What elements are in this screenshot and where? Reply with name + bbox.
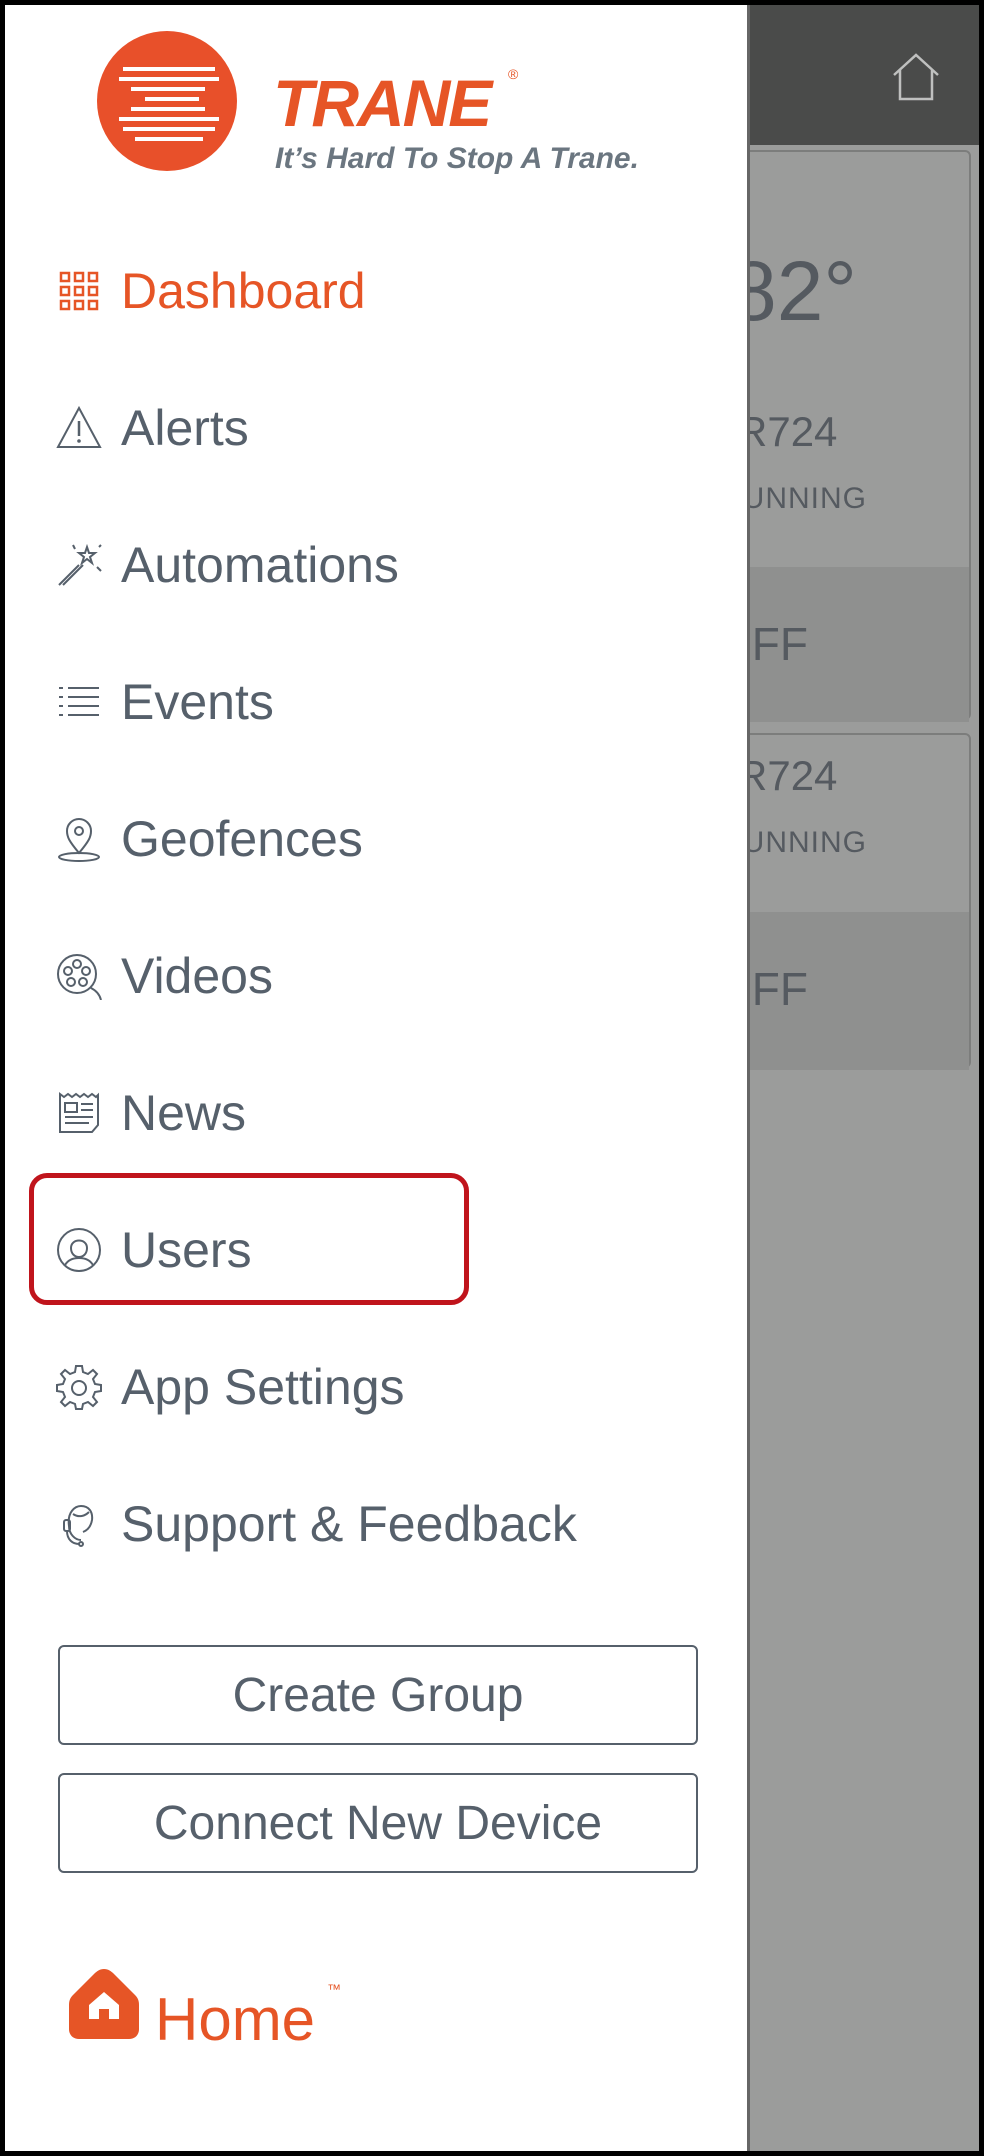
list-icon <box>59 687 99 716</box>
menu-item-geofences[interactable]: Geofences <box>55 799 705 879</box>
menu-label-geofences: Geofences <box>121 811 363 867</box>
warning-icon <box>56 405 102 448</box>
home-icon <box>893 53 939 101</box>
menu-item-app-settings[interactable]: App Settings <box>55 1347 705 1427</box>
gear-icon <box>56 1365 102 1410</box>
menu-label-alerts: Alerts <box>121 400 249 456</box>
menu-item-news[interactable]: News <box>55 1073 705 1153</box>
menu-item-automations[interactable]: Automations <box>55 525 705 605</box>
menu-item-alerts[interactable]: Alerts <box>55 388 705 468</box>
trane-logo-mark <box>97 31 237 171</box>
menu-label-automations: Automations <box>121 537 399 593</box>
menu-label-dashboard: Dashboard <box>121 263 366 319</box>
menu-item-videos[interactable]: Videos <box>55 936 705 1016</box>
create-group-button[interactable]: Create Group <box>58 1645 698 1745</box>
app-frame: 82° XR724 RUNNING OFF XR724 RUNNING OFF <box>5 5 979 2151</box>
menu-label-videos: Videos <box>121 948 273 1004</box>
users-highlight-box <box>29 1173 469 1305</box>
trane-tagline: It’s Hard To Stop A Trane. <box>275 142 639 175</box>
newspaper-icon <box>59 1092 99 1133</box>
menu-label-support-feedback: Support & Feedback <box>121 1496 577 1552</box>
location-pin-icon <box>58 818 100 862</box>
home-logo-icon <box>69 1969 139 2039</box>
menu-item-dashboard[interactable]: Dashboard <box>55 251 705 331</box>
headset-icon <box>63 1504 94 1547</box>
menu-label-news: News <box>121 1085 247 1141</box>
magic-wand-icon <box>58 543 102 586</box>
navigation-drawer: TRANE ® It’s Hard To Stop A Trane. Dashb… <box>5 5 750 2151</box>
home-wordmark: Home <box>155 1986 316 2053</box>
menu-item-events[interactable]: Events <box>55 662 705 742</box>
menu-item-support-feedback[interactable]: Support & Feedback <box>55 1484 705 1564</box>
menu-label-app-settings: App Settings <box>121 1359 405 1415</box>
trane-wordmark: TRANE <box>273 66 492 140</box>
film-reel-icon <box>57 954 102 1000</box>
registered-mark: ® <box>508 66 519 82</box>
menu-label-events: Events <box>121 674 274 730</box>
trademark-mark: ™ <box>327 1981 341 1997</box>
connect-new-device-button[interactable]: Connect New Device <box>58 1773 698 1873</box>
grid-icon <box>59 271 99 311</box>
